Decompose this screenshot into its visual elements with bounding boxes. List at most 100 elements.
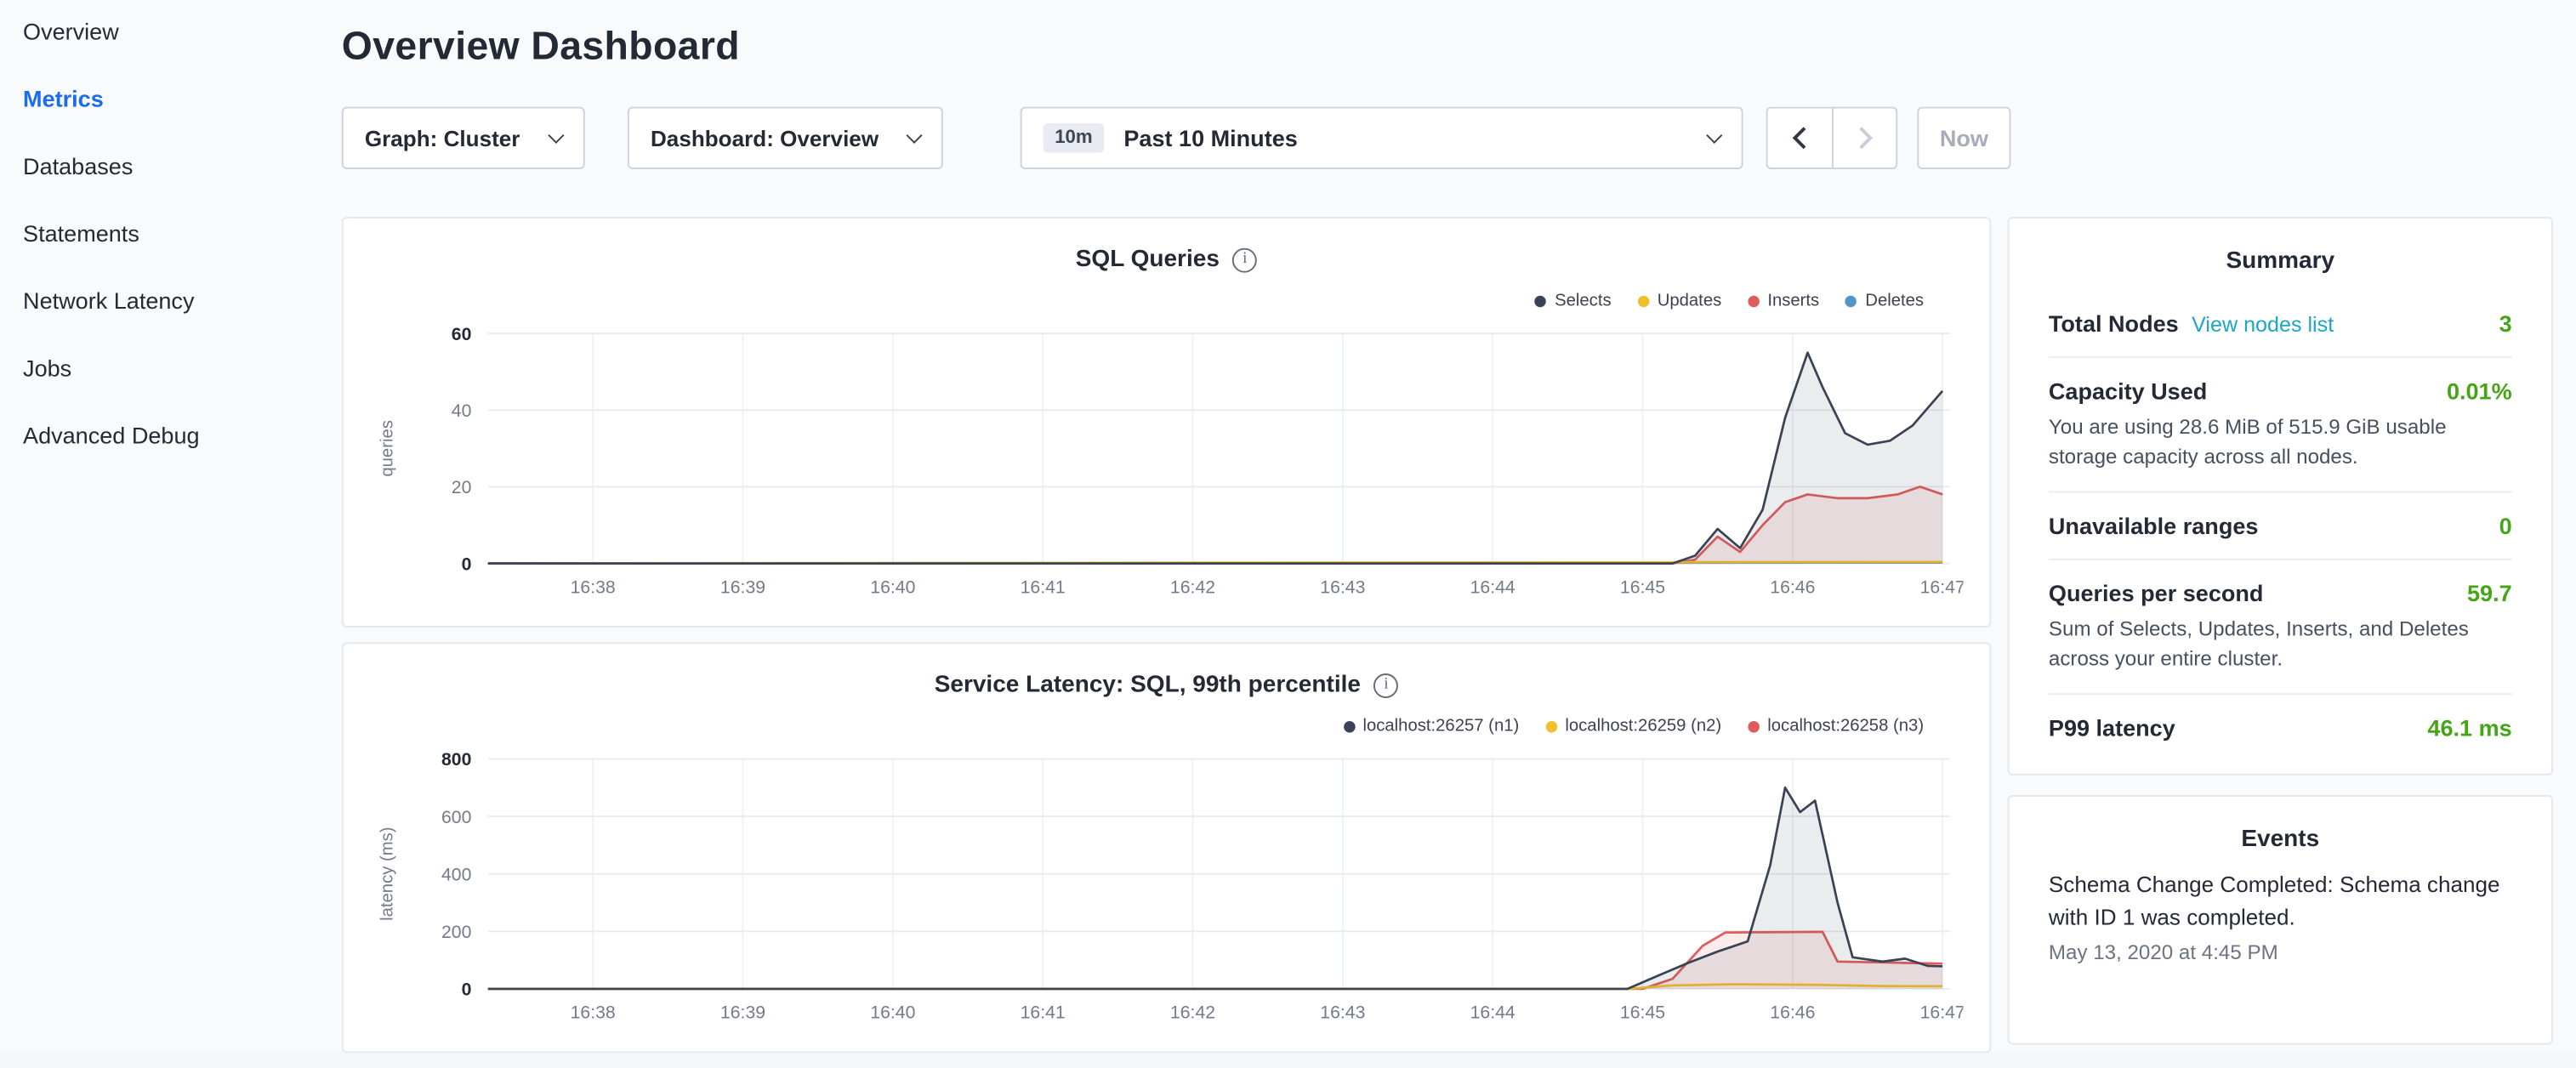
svg-text:0: 0 xyxy=(462,980,472,1000)
graph-dropdown[interactable]: Graph: Cluster xyxy=(342,107,585,169)
svg-text:16:38: 16:38 xyxy=(571,577,616,597)
service-latency-chart-card: Service Latency: SQL, 99th percentile lo… xyxy=(342,642,1991,1053)
summary-row-capacity-used: Capacity Used 0.01% You are using 28.6 M… xyxy=(2049,358,2512,492)
svg-text:16:41: 16:41 xyxy=(1021,1003,1066,1023)
svg-text:16:47: 16:47 xyxy=(1920,577,1964,597)
sidebar-item-databases[interactable]: Databases xyxy=(23,148,312,184)
summary-value: 0 xyxy=(2499,513,2512,539)
summary-label: Unavailable ranges xyxy=(2049,513,2259,539)
svg-text:400: 400 xyxy=(441,864,471,884)
svg-text:200: 200 xyxy=(441,922,471,942)
summary-row-p99-latency: P99 latency 46.1 ms xyxy=(2049,695,2512,751)
svg-text:16:45: 16:45 xyxy=(1620,1003,1665,1023)
sidebar-item-overview[interactable]: Overview xyxy=(23,13,312,48)
svg-text:16:42: 16:42 xyxy=(1170,577,1215,597)
time-range-selector[interactable]: 10m Past 10 Minutes xyxy=(1021,107,1743,169)
summary-value: 3 xyxy=(2499,310,2512,337)
svg-text:600: 600 xyxy=(441,807,471,827)
sql-queries-chart-card: SQL Queries Selects Updates Inserts Deletes… xyxy=(342,217,1991,628)
dashboard-dropdown[interactable]: Dashboard: Overview xyxy=(628,107,943,169)
legend-dot-icon xyxy=(1748,295,1760,307)
legend-label: Selects xyxy=(1555,291,1612,310)
legend-dot-icon xyxy=(1638,295,1650,307)
toolbar: Graph: Cluster Dashboard: Overview 10m P… xyxy=(342,107,2553,169)
svg-text:16:38: 16:38 xyxy=(571,1003,616,1023)
legend-item[interactable]: Updates xyxy=(1638,291,1722,310)
legend-item[interactable]: localhost:26257 (n1) xyxy=(1343,716,1519,736)
sidebar-item-metrics[interactable]: Metrics xyxy=(23,81,312,116)
page-title: Overview Dashboard xyxy=(342,25,2553,71)
svg-text:16:43: 16:43 xyxy=(1320,1003,1365,1023)
legend-dot-icon xyxy=(1343,720,1355,732)
legend-dot-icon xyxy=(1845,295,1857,307)
time-back-button[interactable] xyxy=(1766,107,1832,169)
legend-label: localhost:26257 (n1) xyxy=(1362,716,1519,736)
legend-item[interactable]: localhost:26258 (n3) xyxy=(1748,716,1924,736)
summary-label: Capacity Used xyxy=(2049,378,2207,404)
time-range-label: Past 10 Minutes xyxy=(1123,125,1709,151)
app-window: Overview Metrics Databases Statements Ne… xyxy=(0,0,2576,1051)
dashboard-dropdown-label: Dashboard: Overview xyxy=(651,126,879,151)
svg-text:16:40: 16:40 xyxy=(870,1003,915,1023)
sidebar-item-network-latency[interactable]: Network Latency xyxy=(23,282,312,318)
legend-label: Updates xyxy=(1658,291,1722,310)
summary-label: Total Nodes xyxy=(2049,310,2179,337)
svg-text:16:46: 16:46 xyxy=(1770,1003,1815,1023)
summary-value: 0.01% xyxy=(2447,378,2512,404)
chevron-down-icon xyxy=(906,127,922,143)
event-message: Schema Change Completed: Schema change w… xyxy=(2049,869,2512,935)
info-icon[interactable] xyxy=(1373,673,1398,697)
sidebar-item-jobs[interactable]: Jobs xyxy=(23,349,312,385)
svg-text:16:39: 16:39 xyxy=(720,577,765,597)
svg-text:60: 60 xyxy=(452,324,472,344)
events-title: Events xyxy=(2049,827,2512,853)
legend-item[interactable]: localhost:26259 (n2) xyxy=(1545,716,1721,736)
svg-text:16:45: 16:45 xyxy=(1620,577,1665,597)
legend-item[interactable]: Deletes xyxy=(1845,291,1924,310)
legend-label: Inserts xyxy=(1767,291,1819,310)
now-button[interactable]: Now xyxy=(1917,107,2010,169)
legend-item[interactable]: Selects xyxy=(1535,291,1612,310)
time-forward-button[interactable] xyxy=(1832,107,1897,169)
legend-label: localhost:26258 (n3) xyxy=(1767,716,1924,736)
summary-label: Queries per second xyxy=(2049,580,2264,606)
svg-text:16:41: 16:41 xyxy=(1021,577,1066,597)
summary-description: You are using 28.6 MiB of 515.9 GiB usab… xyxy=(2049,414,2512,472)
summary-row-total-nodes: Total Nodes View nodes list 3 xyxy=(2049,291,2512,358)
sidebar: Overview Metrics Databases Statements Ne… xyxy=(0,0,312,1051)
legend-dot-icon xyxy=(1748,720,1760,732)
chevron-down-icon xyxy=(1706,127,1722,143)
sidebar-item-statements[interactable]: Statements xyxy=(23,215,312,251)
svg-text:16:40: 16:40 xyxy=(870,577,915,597)
legend-label: Deletes xyxy=(1865,291,1924,310)
time-range-badge: 10m xyxy=(1043,123,1105,153)
chevron-down-icon xyxy=(548,127,564,143)
sql-queries-chart[interactable]: 16:3816:3916:4016:4116:4216:4316:4416:45… xyxy=(370,317,1964,606)
svg-text:40: 40 xyxy=(452,400,472,421)
svg-text:800: 800 xyxy=(441,749,471,770)
view-nodes-list-link[interactable]: View nodes list xyxy=(2192,312,2334,337)
events-panel: Events Schema Change Completed: Schema c… xyxy=(2008,795,2553,1045)
svg-text:16:46: 16:46 xyxy=(1770,577,1815,597)
svg-text:16:42: 16:42 xyxy=(1170,1003,1215,1023)
summary-description: Sum of Selects, Updates, Inserts, and De… xyxy=(2049,616,2512,673)
info-icon[interactable] xyxy=(1232,247,1257,272)
main-content: Overview Dashboard Graph: Cluster Dashbo… xyxy=(312,0,2576,1051)
summary-value: 46.1 ms xyxy=(2427,714,2511,741)
svg-text:16:47: 16:47 xyxy=(1920,1003,1964,1023)
chart-title: Service Latency: SQL, 99th percentile xyxy=(935,672,1361,698)
summary-value: 59.7 xyxy=(2467,580,2512,606)
time-pager xyxy=(1766,107,1898,169)
graph-dropdown-label: Graph: Cluster xyxy=(365,126,520,151)
sidebar-item-advanced-debug[interactable]: Advanced Debug xyxy=(23,418,312,453)
service-latency-chart[interactable]: 16:3816:3916:4016:4116:4216:4316:4416:45… xyxy=(370,742,1964,1031)
svg-text:16:43: 16:43 xyxy=(1320,577,1365,597)
legend-item[interactable]: Inserts xyxy=(1748,291,1819,310)
summary-panel: Summary Total Nodes View nodes list 3 Ca… xyxy=(2008,217,2553,775)
legend-dot-icon xyxy=(1545,720,1557,732)
chart-title-row: SQL Queries xyxy=(370,241,1964,277)
legend-dot-icon xyxy=(1535,295,1547,307)
right-column: Summary Total Nodes View nodes list 3 Ca… xyxy=(2008,217,2553,1045)
charts-column: SQL Queries Selects Updates Inserts Deletes… xyxy=(342,217,1991,1068)
chart-legend: localhost:26257 (n1) localhost:26259 (n2)… xyxy=(370,713,1924,739)
